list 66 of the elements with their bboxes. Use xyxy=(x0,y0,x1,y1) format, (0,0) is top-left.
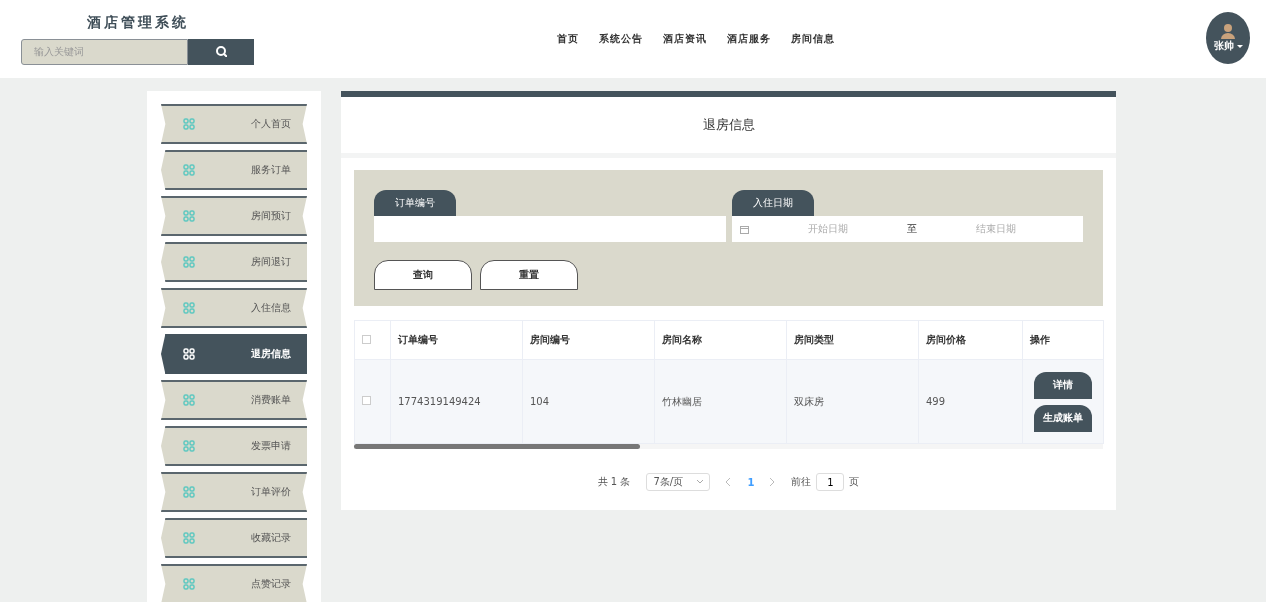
page-suffix: 页 xyxy=(849,475,860,489)
grid-icon xyxy=(183,256,195,268)
column-header: 操作 xyxy=(1030,334,1050,345)
sidebar-item[interactable]: 发票申请 xyxy=(161,426,307,466)
grid-icon xyxy=(183,394,195,406)
column-header: 订单编号 xyxy=(398,334,438,345)
checkbox[interactable] xyxy=(362,334,371,344)
page-input[interactable]: 1 xyxy=(816,473,845,491)
grid-icon xyxy=(183,348,195,360)
sidebar-item[interactable]: 消费账单 xyxy=(161,380,307,420)
grid-icon xyxy=(183,440,195,452)
column-header: 房间类型 xyxy=(794,334,834,345)
table-cell: 竹林幽居 xyxy=(662,395,702,407)
goto-label: 前往 xyxy=(791,475,812,489)
search-icon xyxy=(215,46,227,57)
date-range-field[interactable]: 开始日期 至 结束日期 xyxy=(731,216,1083,242)
nav-link[interactable]: 酒店服务 xyxy=(727,32,771,46)
sidebar-item[interactable]: 点赞记录 xyxy=(161,564,307,602)
next-page-icon xyxy=(770,478,776,486)
sidebar-item[interactable]: 服务订单 xyxy=(161,150,307,190)
sidebar-item[interactable]: 收藏记录 xyxy=(161,518,307,558)
sidebar-item[interactable]: 退房信息 xyxy=(161,334,307,374)
sidebar-item[interactable]: 入住信息 xyxy=(161,288,307,328)
sidebar-item[interactable]: 房间退订 xyxy=(161,242,307,282)
site-title: 酒店管理系统 xyxy=(86,13,189,32)
user-menu[interactable]: 张帅 xyxy=(1206,12,1250,64)
column-header: 房间编号 xyxy=(530,334,570,345)
table-cell: 104 xyxy=(530,396,550,407)
nav-link[interactable]: 首页 xyxy=(557,32,579,46)
table-cell: 1774319149424 xyxy=(398,396,481,407)
field-label: 订单编号 xyxy=(374,190,456,216)
grid-icon xyxy=(183,164,195,176)
table-cell: 499 xyxy=(926,396,946,407)
action-button[interactable]: 详情 xyxy=(1034,371,1092,399)
chevron-down-icon xyxy=(697,480,704,484)
filter-button[interactable]: 查询 xyxy=(374,260,472,290)
panel-title: 退房信息 xyxy=(341,97,1116,158)
sidebar-item[interactable]: 个人首页 xyxy=(161,104,307,144)
action-button[interactable]: 生成账单 xyxy=(1034,404,1092,432)
grid-icon xyxy=(183,486,195,498)
nav-link[interactable]: 酒店资讯 xyxy=(663,32,707,46)
search-button[interactable] xyxy=(188,38,254,65)
avatar-icon xyxy=(1220,23,1236,39)
checkbox[interactable] xyxy=(362,396,371,405)
input-field[interactable] xyxy=(374,216,726,242)
filter-button[interactable]: 重置 xyxy=(480,260,578,290)
page-size-select[interactable]: 7条/页 xyxy=(646,473,711,491)
nav-link[interactable]: 房间信息 xyxy=(791,32,835,46)
user-name: 张帅 xyxy=(1213,39,1234,53)
column-header: 房间名称 xyxy=(662,334,702,345)
total-count: 共 1 条 xyxy=(597,475,631,489)
table-cell: 双床房 xyxy=(794,395,824,407)
grid-icon xyxy=(183,302,195,314)
calendar-icon xyxy=(739,224,749,234)
grid-icon xyxy=(183,578,195,590)
grid-icon xyxy=(183,118,195,130)
nav-link[interactable]: 系统公告 xyxy=(599,32,643,46)
sidebar-item[interactable]: 房间预订 xyxy=(161,196,307,236)
column-header: 房间价格 xyxy=(926,334,966,345)
sidebar-item[interactable]: 订单评价 xyxy=(161,472,307,512)
prev-page-icon xyxy=(726,478,732,486)
field-label: 入住日期 xyxy=(731,190,814,216)
scrollbar[interactable] xyxy=(354,444,640,449)
caret-icon xyxy=(1236,44,1243,48)
grid-icon xyxy=(183,532,195,544)
grid-icon xyxy=(183,210,195,222)
